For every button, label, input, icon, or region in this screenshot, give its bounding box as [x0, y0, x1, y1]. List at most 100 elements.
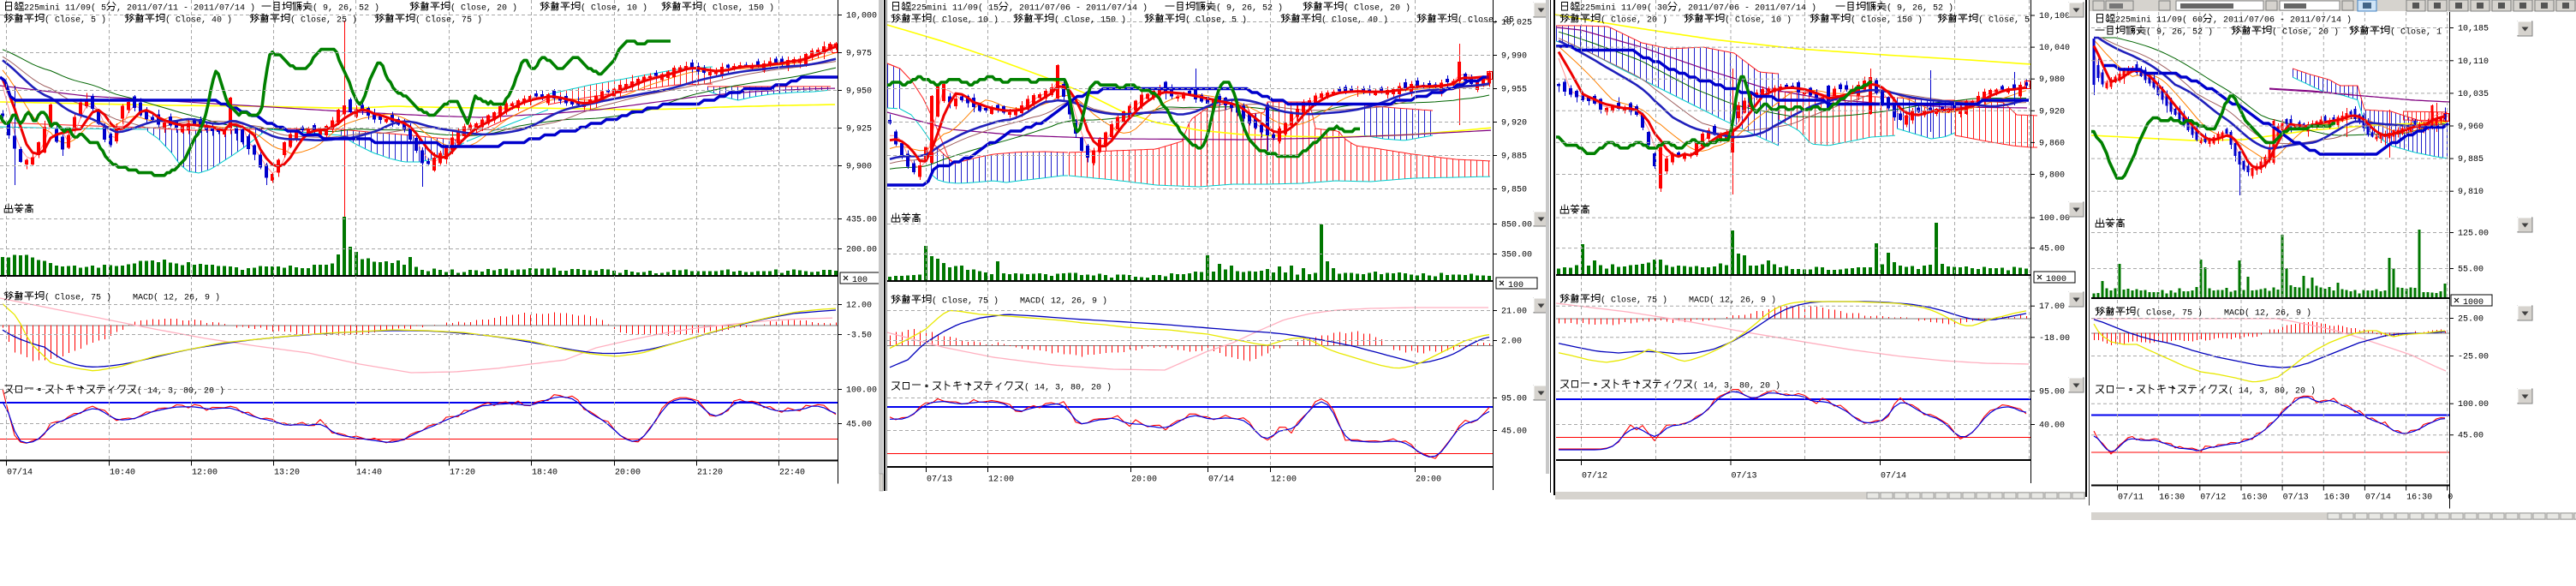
svg-text:16:30: 16:30: [2406, 493, 2432, 503]
svg-text:( Close, 75 ): ( Close, 75 ): [1601, 296, 1667, 306]
svg-text:( 14, 3, 80, 20 ): ( 14, 3, 80, 20 ): [2228, 386, 2316, 397]
svg-text:( Close, 20 ): ( Close, 20 ): [1344, 3, 1410, 14]
svg-text:, 2011/07/11 - 2011/07/14 ): , 2011/07/11 - 2011/07/14 ): [116, 3, 255, 14]
svg-text:45.00: 45.00: [2458, 432, 2484, 441]
svg-text:9,975: 9,975: [846, 50, 872, 59]
svg-text:07/13: 07/13: [927, 475, 952, 485]
svg-text:10,040: 10,040: [2039, 44, 2070, 53]
svg-text:07/14: 07/14: [1881, 471, 1906, 481]
svg-text:( Close, 25 ): ( Close, 25 ): [290, 15, 357, 26]
svg-text:( 14, 3, 80, 20 ): ( 14, 3, 80, 20 ): [137, 386, 224, 397]
svg-text:( Close, 20 ): ( Close, 20 ): [2272, 27, 2339, 38]
svg-text:12:00: 12:00: [988, 475, 1014, 485]
svg-text:20:00: 20:00: [615, 469, 641, 478]
svg-text:100.00: 100.00: [2458, 400, 2489, 410]
svg-text:225mini 11/09( 30: 225mini 11/09( 30: [1580, 3, 1667, 14]
svg-text:( Close, 75 ): ( Close, 75 ): [2136, 308, 2203, 319]
svg-text:( Close, 40 ): ( Close, 40 ): [165, 15, 232, 26]
svg-text:( Close, 150 ): ( Close, 150 ): [1851, 15, 1923, 26]
svg-text:45.00: 45.00: [2039, 245, 2065, 254]
svg-text:16:30: 16:30: [2159, 493, 2185, 503]
svg-text:-3.50: -3.50: [846, 332, 872, 341]
svg-text:100: 100: [1508, 281, 1524, 290]
svg-text:225mini 11/09( 5: 225mini 11/09( 5: [24, 3, 106, 14]
svg-text:10,000: 10,000: [846, 12, 877, 21]
svg-text:( Close, 150 ): ( Close, 150 ): [702, 3, 774, 14]
svg-text:10:40: 10:40: [110, 469, 135, 478]
svg-text:21.00: 21.00: [1501, 308, 1527, 317]
svg-text:225mini 11/09( 15: 225mini 11/09( 15: [911, 3, 999, 14]
svg-text:9,950: 9,950: [846, 87, 872, 97]
svg-text:( Close, 20 ): ( Close, 20 ): [450, 3, 517, 14]
svg-text:22:40: 22:40: [779, 469, 805, 478]
svg-text:( 9, 26, 52 ): ( 9, 26, 52 ): [1887, 3, 1953, 14]
svg-text:07/14: 07/14: [7, 468, 33, 478]
svg-text:200.00: 200.00: [846, 246, 877, 255]
svg-text:13:20: 13:20: [274, 469, 300, 478]
svg-text:MACD( 12, 26, 9 ): MACD( 12, 26, 9 ): [1689, 296, 1776, 306]
svg-text:55.00: 55.00: [2458, 266, 2484, 275]
svg-text:MACD( 12, 26, 9 ): MACD( 12, 26, 9 ): [2224, 308, 2311, 319]
svg-text:9,920: 9,920: [2039, 107, 2065, 117]
svg-text:( Close, 25: ( Close, 25: [1458, 15, 1514, 26]
svg-text:( Close, 10 ): ( Close, 10 ): [932, 15, 999, 26]
svg-text:( Close, 5: ( Close, 5: [1978, 15, 2030, 26]
svg-text:07/11: 07/11: [2118, 493, 2144, 503]
svg-text:10,185: 10,185: [2458, 25, 2489, 34]
svg-text:20:00: 20:00: [1416, 475, 1441, 485]
svg-text:95.00: 95.00: [1501, 395, 1527, 404]
svg-text:21:20: 21:20: [697, 469, 723, 478]
svg-text:1000: 1000: [2463, 298, 2484, 308]
svg-text:9,925: 9,925: [846, 125, 872, 135]
svg-text:07/12: 07/12: [2200, 493, 2226, 503]
svg-text:18:40: 18:40: [532, 469, 558, 478]
svg-text:17:20: 17:20: [450, 469, 475, 478]
svg-text:MACD( 12, 26, 9 ): MACD( 12, 26, 9 ): [133, 293, 220, 303]
svg-text:14:40: 14:40: [356, 469, 382, 478]
svg-text:( Close, 5 ): ( Close, 5 ): [45, 15, 106, 26]
svg-text:1000: 1000: [2046, 275, 2066, 284]
svg-text:( 14, 3, 80, 20 ): ( 14, 3, 80, 20 ): [1024, 383, 1112, 393]
svg-text:12.00: 12.00: [846, 302, 872, 311]
svg-text:850.00: 850.00: [1501, 221, 1532, 230]
svg-text:10,100: 10,100: [2039, 12, 2070, 21]
svg-text:( Close, 10 ): ( Close, 10 ): [1725, 15, 1792, 26]
svg-text:( 14, 3, 80, 20 ): ( 14, 3, 80, 20 ): [1693, 381, 1780, 392]
svg-text:9,885: 9,885: [2458, 155, 2484, 164]
svg-text:100: 100: [852, 276, 868, 285]
svg-text:100.00: 100.00: [2039, 214, 2070, 224]
svg-text:( 9, 26, 52 ): ( 9, 26, 52 ): [1216, 3, 1283, 14]
svg-text:( Close, 75 ): ( Close, 75 ): [932, 296, 999, 307]
svg-text:0: 0: [2448, 493, 2453, 503]
svg-text:9,980: 9,980: [2039, 75, 2065, 85]
svg-text:20:00: 20:00: [1131, 475, 1157, 485]
svg-text:2.00: 2.00: [1501, 338, 1522, 347]
svg-text:9,800: 9,800: [2039, 171, 2065, 181]
svg-text:, 2011/07/06 - 2011/07/14 ): , 2011/07/06 - 2011/07/14 ): [2213, 15, 2352, 26]
svg-text:-25.00: -25.00: [2458, 353, 2489, 362]
svg-text:07/14: 07/14: [1208, 475, 1234, 485]
svg-text:9,960: 9,960: [2458, 123, 2484, 132]
svg-text:07/12: 07/12: [1582, 471, 1607, 481]
svg-text:( Close, 150 ): ( Close, 150 ): [1054, 15, 1126, 26]
svg-text:225mini 11/09( 60: 225mini 11/09( 60: [2115, 15, 2203, 26]
svg-text:95.00: 95.00: [2039, 388, 2065, 398]
svg-text:100.00: 100.00: [846, 386, 877, 396]
svg-text:25.00: 25.00: [2458, 315, 2484, 325]
svg-text:-18.00: -18.00: [2039, 334, 2070, 344]
svg-text:12:00: 12:00: [192, 469, 218, 478]
svg-text:9,810: 9,810: [2458, 188, 2484, 197]
svg-text:( Close, 1: ( Close, 1: [2390, 27, 2442, 38]
svg-text:( Close, 20 ): ( Close, 20 ): [1601, 15, 1667, 26]
svg-text:( Close, 75 ): ( Close, 75 ): [45, 293, 111, 303]
svg-text:( 9, 26, 52 ): ( 9, 26, 52 ): [313, 3, 379, 14]
svg-text:17.00: 17.00: [2039, 302, 2065, 312]
svg-text:( Close, 10 ): ( Close, 10 ): [581, 3, 647, 14]
svg-text:MACD( 12, 26, 9 ): MACD( 12, 26, 9 ): [1020, 296, 1107, 307]
svg-text:16:30: 16:30: [2324, 493, 2350, 503]
svg-text:07/13: 07/13: [1732, 471, 1757, 481]
svg-text:45.00: 45.00: [846, 421, 872, 430]
svg-text:12:00: 12:00: [1271, 475, 1297, 485]
svg-text:9,860: 9,860: [2039, 139, 2065, 148]
svg-text:10,035: 10,035: [2458, 90, 2489, 99]
